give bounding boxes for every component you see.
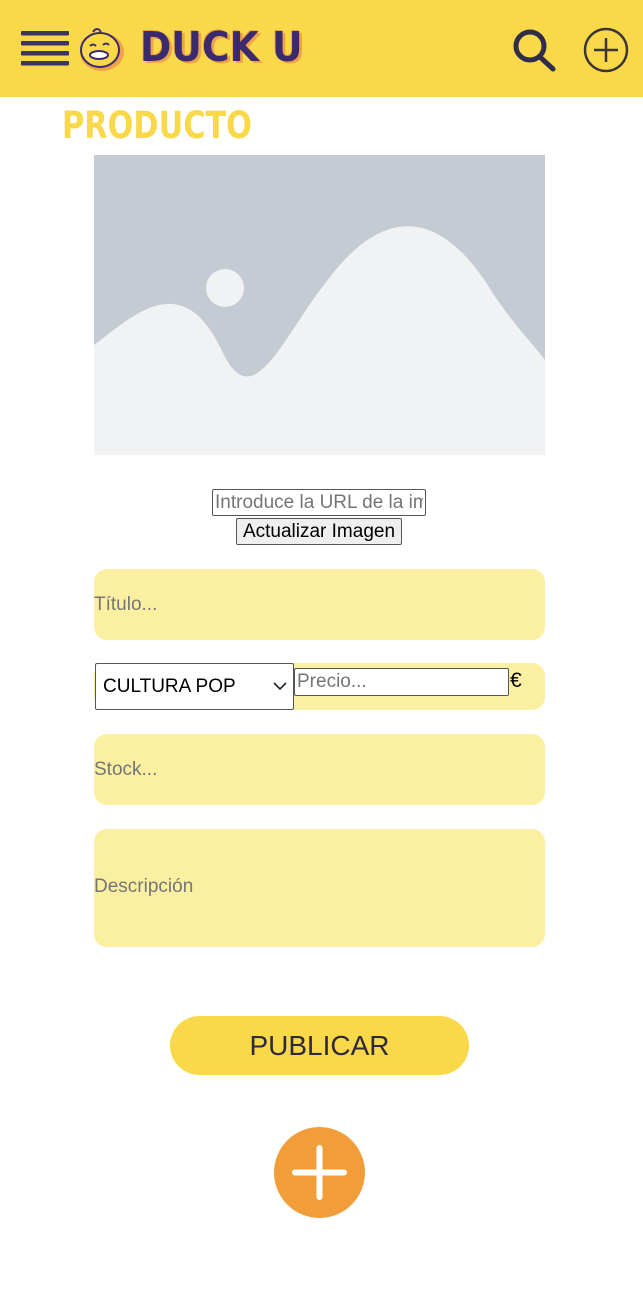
hamburger-menu-icon[interactable] [21, 29, 69, 69]
image-url-input[interactable] [212, 489, 426, 516]
stock-field-container [94, 734, 545, 805]
description-field-container [94, 829, 545, 947]
stock-input[interactable] [94, 734, 545, 805]
add-circle-icon[interactable] [581, 27, 631, 73]
plus-icon [292, 1145, 347, 1200]
price-input[interactable] [294, 668, 509, 696]
title-input[interactable] [94, 569, 545, 640]
category-selected-value: CULTURA POP [103, 676, 236, 697]
duck-logo-icon [77, 24, 129, 74]
title-field-container [94, 569, 545, 640]
add-product-fab[interactable] [274, 1127, 365, 1218]
publish-button[interactable]: PUBLICAR [170, 1016, 469, 1075]
category-select[interactable]: CULTURA POP [95, 663, 294, 710]
update-image-button[interactable]: Actualizar Imagen [236, 518, 402, 545]
brand-name: DUCK U [140, 23, 303, 71]
product-image-placeholder [94, 155, 545, 455]
search-icon[interactable] [510, 27, 558, 73]
app-header: DUCK U [0, 0, 643, 97]
page-title: PRODUCTO [62, 104, 252, 147]
description-input[interactable] [94, 829, 545, 947]
currency-symbol: € [510, 669, 522, 692]
chevron-down-icon [273, 682, 287, 691]
